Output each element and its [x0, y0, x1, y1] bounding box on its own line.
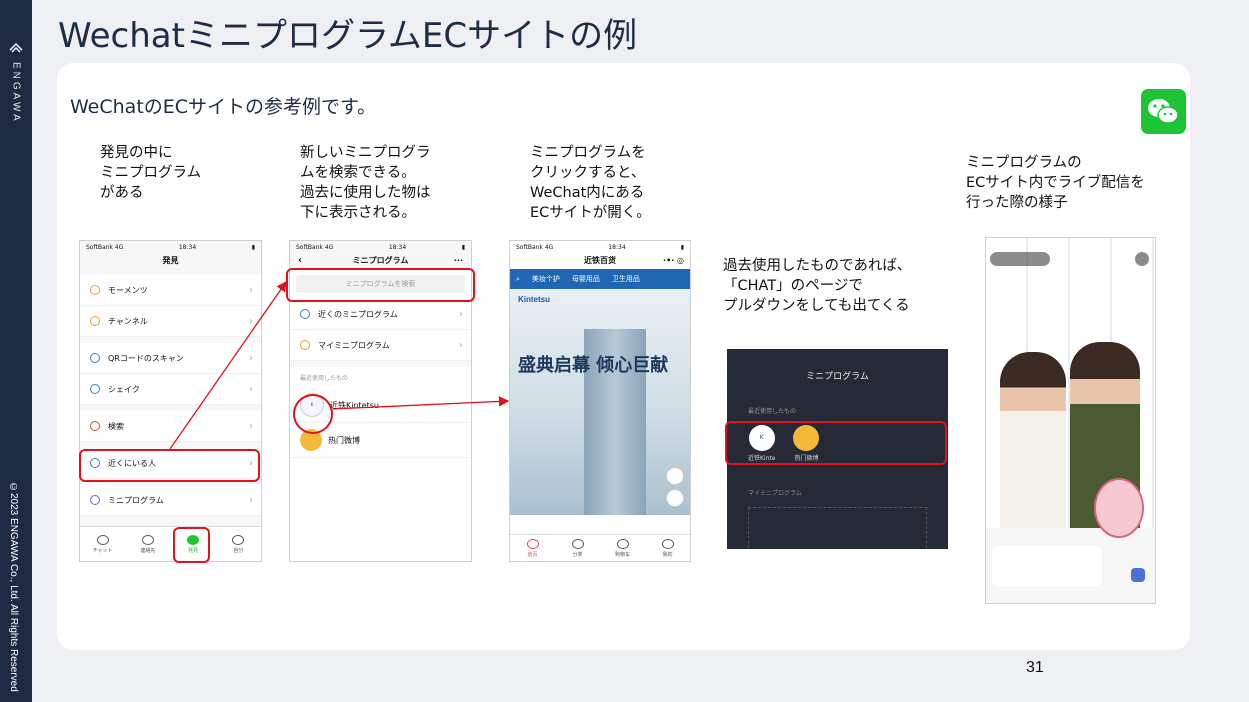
- arrow-to-search: [169, 280, 287, 450]
- flow-arrows: [169, 280, 510, 450]
- arrow-to-ec-site: [332, 396, 510, 410]
- page-number: 31: [1026, 659, 1044, 676]
